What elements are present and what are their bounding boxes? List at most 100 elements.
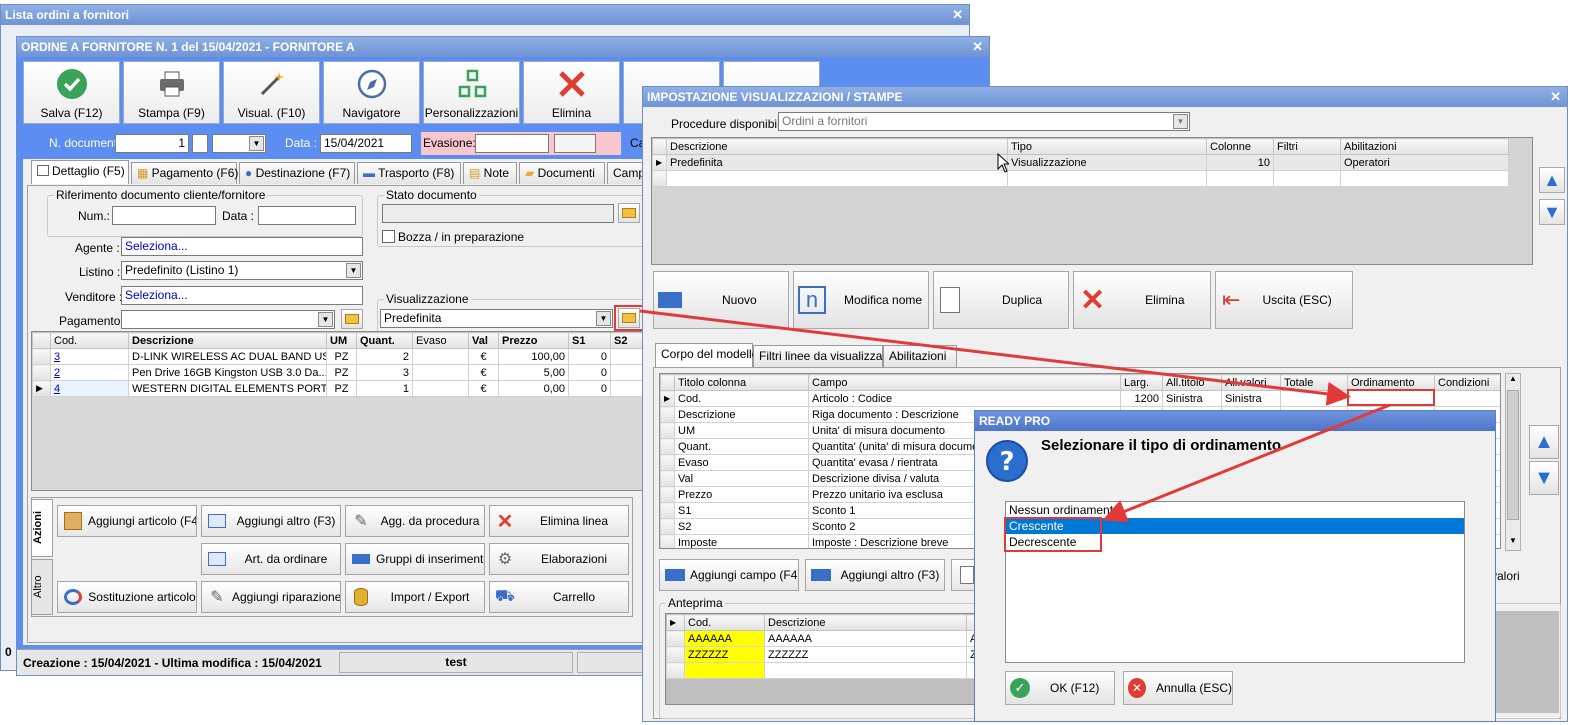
delete-button[interactable]: Elimina [523,61,620,124]
cell-titolo[interactable]: S1 [674,502,809,519]
col-descrizione[interactable]: Descrizione [128,332,327,349]
table-row[interactable] [652,170,1509,187]
cell-val[interactable]: € [468,348,499,365]
col-filtri[interactable]: Filtri [1273,138,1341,155]
add-campo-button[interactable]: Aggiungi campo (F4) [659,559,799,591]
table-row[interactable] [666,662,984,679]
rif-data-input[interactable] [258,206,356,225]
cell-um[interactable]: PZ [326,364,357,381]
navigator-button[interactable]: Navigatore [323,61,420,124]
cell-empty[interactable] [1007,170,1207,187]
riparazione-button[interactable]: ✎ Aggiungi riparazione [201,581,341,613]
bozza-checkbox[interactable] [382,230,395,243]
cell-condizioni[interactable] [1434,390,1500,407]
cell-prezzo[interactable]: 100,00 [498,348,569,365]
col-cod[interactable]: Cod. [50,332,129,349]
data-input[interactable]: 15/04/2021 [320,134,412,153]
chevron-down-icon[interactable]: ▼ [596,311,611,326]
cell-desc-empty[interactable] [764,662,967,679]
add-other-button[interactable]: Aggiungi altro (F3) [201,505,341,537]
ndoc-series-combo[interactable]: ▼ [212,134,266,153]
order-window-titlebar[interactable]: ORDINE A FORNITORE N. 1 del 15/04/2021 -… [17,37,989,57]
procedure-combo[interactable]: Ordini a fornitori ▼ [778,112,1190,131]
col-titolo[interactable]: Titolo colonna [674,374,809,391]
cell-empty[interactable] [666,170,1008,187]
bg-window-titlebar[interactable]: Lista ordini a fornitori ✕ [1,5,969,25]
venditore-input[interactable]: Seleziona... [121,286,363,305]
col-descrizione[interactable]: Descrizione [666,138,1008,155]
cell-filtri[interactable] [1273,154,1341,171]
cell-titolo[interactable]: UM [674,422,809,439]
cod-link[interactable]: 4 [54,383,60,395]
cell-titolo[interactable]: Quant. [674,438,809,455]
cancel-button[interactable]: ✕ Annulla (ESC) [1123,671,1233,705]
tab-filtri-linee[interactable]: Filtri linee da visualizzare [753,345,893,367]
pagamento-combo[interactable]: ▼ [121,310,335,329]
col-um[interactable]: UM [326,332,357,349]
elaborazioni-button[interactable]: ⚙ Elaborazioni [489,543,629,575]
cell-evaso[interactable] [412,364,469,381]
cell-cod[interactable]: 4 [50,380,129,397]
ok-button[interactable]: ✓ OK (F12) [1005,671,1115,705]
tab-trasporto[interactable]: ▬ Trasporto (F8) [357,162,461,184]
col-tipo[interactable]: Tipo [1007,138,1207,155]
cell-empty[interactable] [1273,170,1341,187]
move-up-button[interactable]: ▲ [1539,167,1565,193]
col-descrizione[interactable]: Descrizione [764,614,967,631]
cell-abil[interactable]: Operatori [1340,154,1509,171]
cell-cod[interactable]: ZZZZZZ [684,646,765,663]
add-altro-button[interactable]: Aggiungi altro (F3) [805,559,945,591]
cell-s1[interactable]: 0 [568,348,611,365]
cell-titolo[interactable]: Imposte [674,534,809,548]
print-button[interactable]: Stampa (F9) [123,61,220,124]
agente-input[interactable]: Seleziona... [121,237,363,256]
col-quant[interactable]: Quant. [356,332,413,349]
col-totale[interactable]: Totale [1280,374,1348,391]
col-move-down-button[interactable]: ▼ [1529,461,1559,495]
chevron-down-icon[interactable]: ▼ [318,312,333,327]
cell-prezzo[interactable]: 0,00 [498,380,569,397]
col-cod[interactable]: Cod. [684,614,765,631]
columns-scrollbar[interactable]: ▲ ▼ [1505,373,1521,551]
cell-s1[interactable]: 0 [568,380,611,397]
cell-cod[interactable]: 2 [50,364,129,381]
cell-titolo[interactable]: Prezzo [674,486,809,503]
scroll-up-arrow[interactable]: ▲ [1506,374,1520,388]
chevron-down-icon[interactable]: ▼ [346,263,361,278]
col-all-valori[interactable]: All.valori [1221,374,1281,391]
carrello-button[interactable]: ⛟ Carrello [489,581,629,613]
settings-titlebar[interactable]: IMPOSTAZIONE VISUALIZZAZIONI / STAMPE ✕ [643,87,1567,107]
visualizzazione-combo[interactable]: Predefinita ▼ [380,309,613,328]
table-row[interactable]: ZZZZZZ ZZZZZZ Z [666,646,984,663]
cell-larg[interactable]: 1200 [1120,390,1163,407]
col-prezzo[interactable]: Prezzo [498,332,569,349]
cell-all-valori[interactable]: Sinistra [1221,390,1281,407]
stato-folder-button[interactable] [618,203,640,223]
col-larg[interactable]: Larg. [1120,374,1163,391]
close-icon[interactable]: ✕ [952,5,963,25]
col-move-up-button[interactable]: ▲ [1529,425,1559,459]
chevron-down-icon[interactable]: ▼ [1173,114,1188,129]
elimina-linea-button[interactable]: ✕ Elimina linea [489,505,629,537]
rif-num-input[interactable] [112,206,216,225]
cell-evaso[interactable] [412,348,469,365]
tab-corpo-modello[interactable]: Corpo del modello [655,343,758,367]
cell-val[interactable]: € [468,380,499,397]
col-campo[interactable]: Campo [808,374,1121,391]
cod-link[interactable]: 3 [54,351,60,363]
tab-documenti[interactable]: ▰ Documenti [519,162,605,184]
tab-pagamento[interactable]: ▦ Pagamento (F6) [131,162,238,184]
table-row[interactable]: ▶ Predefinita Visualizzazione 10 Operato… [652,154,1509,171]
cell-totale[interactable] [1280,390,1348,407]
stato-input[interactable] [382,204,614,223]
col-evaso[interactable]: Evaso [412,332,469,349]
cell-qty[interactable]: 3 [356,364,413,381]
customize-button[interactable]: Personalizzazioni [423,61,520,124]
cell-cod[interactable]: AAAAAA [684,630,765,647]
scroll-down-arrow[interactable]: ▼ [1506,536,1520,550]
cell-desc[interactable]: Predefinita [666,154,1008,171]
side-tab-azioni[interactable]: Azioni [31,499,53,557]
col-val[interactable]: Val [468,332,499,349]
gruppi-button[interactable]: Gruppi di inserimento [345,543,485,575]
elimina-button[interactable]: ✕ Elimina [1073,271,1211,329]
